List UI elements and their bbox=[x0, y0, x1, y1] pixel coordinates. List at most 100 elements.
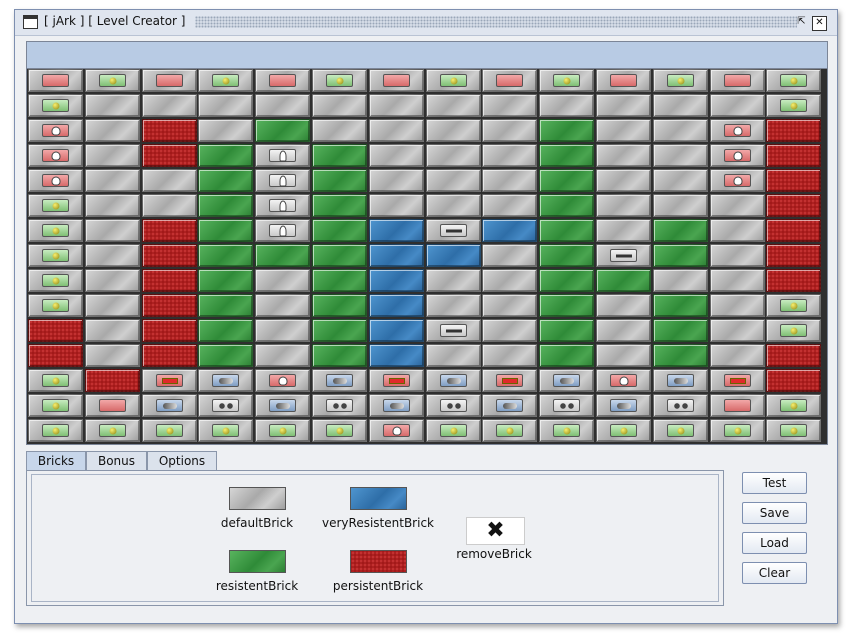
default-brick-cell[interactable] bbox=[710, 94, 765, 117]
resistent-brick-label[interactable]: resistentBrick bbox=[187, 579, 327, 593]
persistent-brick-cell[interactable] bbox=[766, 119, 821, 142]
bonus-brick-cell[interactable] bbox=[596, 69, 651, 92]
veryResistent-brick-cell[interactable] bbox=[369, 294, 424, 317]
bonus-brick-cell[interactable] bbox=[653, 69, 708, 92]
default-brick-cell[interactable] bbox=[596, 344, 651, 367]
bonus-brick-cell[interactable] bbox=[198, 394, 253, 417]
default-brick-cell[interactable] bbox=[85, 244, 140, 267]
bonus-brick-cell[interactable] bbox=[426, 219, 481, 242]
veryResistent-brick-cell[interactable] bbox=[369, 319, 424, 342]
bonus-brick-cell[interactable] bbox=[710, 119, 765, 142]
resistent-brick-cell[interactable] bbox=[198, 194, 253, 217]
bonus-brick-cell[interactable] bbox=[369, 419, 424, 442]
persistent-brick-cell[interactable] bbox=[142, 144, 197, 167]
close-icon[interactable]: ✕ bbox=[812, 16, 827, 31]
bonus-brick-cell[interactable] bbox=[482, 394, 537, 417]
test-button[interactable]: Test bbox=[742, 472, 807, 494]
default-brick-cell[interactable] bbox=[85, 94, 140, 117]
bonus-brick-cell[interactable] bbox=[255, 394, 310, 417]
default-brick-cell[interactable] bbox=[653, 169, 708, 192]
default-brick-cell[interactable] bbox=[255, 94, 310, 117]
resistent-brick-cell[interactable] bbox=[255, 119, 310, 142]
default-brick-cell[interactable] bbox=[426, 94, 481, 117]
veryResistent-brick-cell[interactable] bbox=[369, 269, 424, 292]
bonus-brick-cell[interactable] bbox=[539, 394, 594, 417]
bonus-brick-cell[interactable] bbox=[198, 69, 253, 92]
bonus-brick-cell[interactable] bbox=[426, 319, 481, 342]
bonus-brick-cell[interactable] bbox=[766, 69, 821, 92]
persistent-brick-cell[interactable] bbox=[28, 319, 83, 342]
default-brick-cell[interactable] bbox=[426, 194, 481, 217]
default-brick-cell[interactable] bbox=[312, 94, 367, 117]
default-brick-cell[interactable] bbox=[198, 94, 253, 117]
bonus-brick-cell[interactable] bbox=[28, 294, 83, 317]
default-brick-cell[interactable] bbox=[482, 269, 537, 292]
default-brick-swatch[interactable] bbox=[229, 487, 286, 510]
veryResistent-brick-cell[interactable] bbox=[369, 344, 424, 367]
default-brick-cell[interactable] bbox=[369, 169, 424, 192]
bonus-brick-cell[interactable] bbox=[28, 144, 83, 167]
default-brick-cell[interactable] bbox=[482, 344, 537, 367]
default-brick-cell[interactable] bbox=[312, 119, 367, 142]
default-brick-cell[interactable] bbox=[653, 94, 708, 117]
bonus-brick-cell[interactable] bbox=[369, 369, 424, 392]
default-brick-cell[interactable] bbox=[482, 244, 537, 267]
resistent-brick-cell[interactable] bbox=[312, 144, 367, 167]
remove-brick-label[interactable]: removeBrick bbox=[424, 547, 564, 561]
resistent-brick-cell[interactable] bbox=[312, 294, 367, 317]
bonus-brick-cell[interactable] bbox=[28, 119, 83, 142]
veryResistent-brick-cell[interactable] bbox=[426, 244, 481, 267]
bonus-brick-cell[interactable] bbox=[653, 369, 708, 392]
persistent-brick-cell[interactable] bbox=[766, 219, 821, 242]
default-brick-cell[interactable] bbox=[426, 294, 481, 317]
resistent-brick-cell[interactable] bbox=[539, 269, 594, 292]
bonus-brick-cell[interactable] bbox=[653, 419, 708, 442]
window-menu-icon[interactable] bbox=[23, 15, 38, 29]
persistent-brick-cell[interactable] bbox=[142, 294, 197, 317]
bonus-brick-cell[interactable] bbox=[28, 369, 83, 392]
bonus-brick-cell[interactable] bbox=[710, 369, 765, 392]
default-brick-cell[interactable] bbox=[85, 144, 140, 167]
bonus-brick-cell[interactable] bbox=[255, 169, 310, 192]
bonus-brick-cell[interactable] bbox=[369, 69, 424, 92]
bonus-brick-cell[interactable] bbox=[710, 394, 765, 417]
resistent-brick-cell[interactable] bbox=[312, 169, 367, 192]
bonus-brick-cell[interactable] bbox=[85, 69, 140, 92]
bonus-brick-cell[interactable] bbox=[710, 69, 765, 92]
resistent-brick-cell[interactable] bbox=[198, 319, 253, 342]
bonus-brick-cell[interactable] bbox=[539, 69, 594, 92]
resistent-brick-cell[interactable] bbox=[312, 319, 367, 342]
bonus-brick-cell[interactable] bbox=[596, 394, 651, 417]
resistent-brick-cell[interactable] bbox=[255, 244, 310, 267]
default-brick-cell[interactable] bbox=[426, 344, 481, 367]
persistent-brick-cell[interactable] bbox=[766, 194, 821, 217]
default-brick-cell[interactable] bbox=[85, 169, 140, 192]
default-brick-cell[interactable] bbox=[255, 269, 310, 292]
default-brick-cell[interactable] bbox=[596, 94, 651, 117]
bonus-brick-cell[interactable] bbox=[426, 369, 481, 392]
default-brick-cell[interactable] bbox=[369, 94, 424, 117]
bonus-brick-cell[interactable] bbox=[766, 294, 821, 317]
default-brick-cell[interactable] bbox=[596, 169, 651, 192]
veryResistent-brick-cell[interactable] bbox=[482, 219, 537, 242]
resistent-brick-cell[interactable] bbox=[539, 194, 594, 217]
bonus-brick-cell[interactable] bbox=[482, 419, 537, 442]
resistent-brick-cell[interactable] bbox=[596, 269, 651, 292]
default-brick-cell[interactable] bbox=[596, 194, 651, 217]
resistent-brick-cell[interactable] bbox=[312, 244, 367, 267]
bonus-brick-cell[interactable] bbox=[369, 394, 424, 417]
default-brick-cell[interactable] bbox=[369, 119, 424, 142]
default-brick-cell[interactable] bbox=[426, 269, 481, 292]
bonus-brick-cell[interactable] bbox=[255, 69, 310, 92]
tab-bonus[interactable]: Bonus bbox=[86, 451, 147, 471]
persistent-brick-cell[interactable] bbox=[142, 244, 197, 267]
default-brick-cell[interactable] bbox=[710, 294, 765, 317]
very-resistent-brick-swatch[interactable] bbox=[350, 487, 407, 510]
veryResistent-brick-cell[interactable] bbox=[369, 219, 424, 242]
resistent-brick-cell[interactable] bbox=[539, 144, 594, 167]
bonus-brick-cell[interactable] bbox=[710, 419, 765, 442]
persistent-brick-cell[interactable] bbox=[766, 344, 821, 367]
resistent-brick-cell[interactable] bbox=[539, 169, 594, 192]
bonus-brick-cell[interactable] bbox=[28, 244, 83, 267]
bonus-brick-cell[interactable] bbox=[312, 419, 367, 442]
